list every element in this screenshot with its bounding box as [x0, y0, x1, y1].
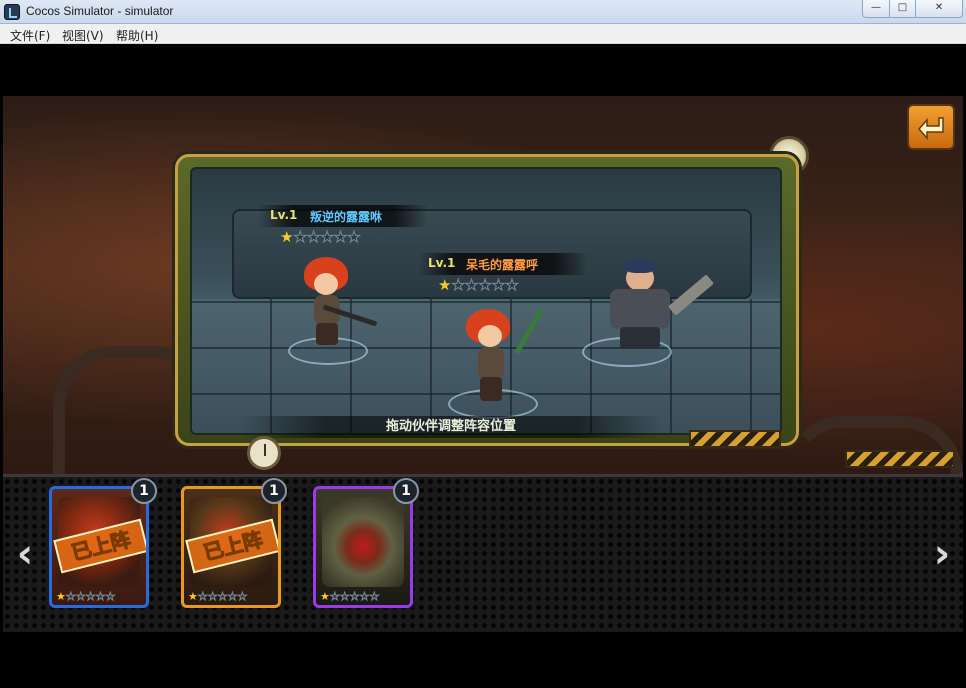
character-nameplate: Lv.1 呆毛的露露呼	[418, 253, 588, 275]
partner-stars: ★★★★★★	[188, 590, 248, 603]
formation-stage[interactable]: Lv.1 叛逆的露露咻 ★★★★★★ Lv.1 呆毛的露露呼 ★★★★★★	[190, 167, 782, 435]
partner-level-badge: 1	[131, 478, 157, 504]
character-level: Lv.1	[428, 256, 456, 270]
maximize-button[interactable]: □	[889, 0, 916, 18]
partner-card[interactable]: ★★★★★★	[313, 486, 413, 608]
character-name: 叛逆的露露咻	[310, 210, 383, 224]
title-bar[interactable]: Cocos Simulator - simulator — □ ✕	[0, 0, 966, 24]
partner-card[interactable]: 已上阵 ★★★★★★	[181, 486, 281, 608]
gauge-icon	[247, 436, 281, 470]
bottom-margin	[3, 632, 963, 688]
menu-view[interactable]: 视图(V)	[62, 27, 104, 44]
character-stars: ★★★★★★	[280, 228, 361, 246]
character-sprite-rebel[interactable]	[298, 257, 378, 357]
hazard-stripe	[845, 450, 955, 468]
character-sprite-staff[interactable]	[458, 308, 544, 409]
cocos-app-icon	[4, 4, 20, 20]
formation-hint: 拖动伙伴调整阵容位置	[241, 416, 661, 438]
close-button[interactable]: ✕	[915, 0, 963, 18]
partner-portrait-robot	[322, 497, 404, 587]
character-name: 呆毛的露露呼	[466, 258, 539, 272]
hazard-stripe	[689, 430, 781, 448]
menu-bar: 文件(F) 视图(V) 帮助(H)	[0, 24, 966, 44]
character-level: Lv.1	[270, 208, 298, 222]
menu-file[interactable]: 文件(F)	[10, 27, 50, 44]
game-viewport[interactable]: Lv.1 叛逆的露露咻 ★★★★★★ Lv.1 呆毛的露露呼 ★★★★★★ 拖动…	[3, 44, 963, 688]
partner-level-badge: 1	[261, 478, 287, 504]
partner-stars: ★★★★★★	[56, 590, 116, 603]
menu-help[interactable]: 帮助(H)	[116, 27, 158, 44]
return-arrow-icon	[917, 117, 944, 140]
lineup-frame: Lv.1 叛逆的露露咻 ★★★★★★ Lv.1 呆毛的露露呼 ★★★★★★	[175, 154, 799, 446]
chevron-left-icon[interactable]: ‹	[11, 534, 39, 574]
character-sprite-soldier[interactable]	[596, 259, 715, 359]
partner-stars: ★★★★★★	[320, 590, 380, 603]
back-button[interactable]	[907, 104, 955, 150]
chevron-right-icon[interactable]: ›	[928, 534, 956, 574]
partner-level-badge: 1	[393, 478, 419, 504]
character-stars: ★★★★★★	[438, 276, 519, 294]
character-nameplate: Lv.1 叛逆的露露咻	[258, 205, 428, 227]
window-title: Cocos Simulator - simulator	[26, 4, 174, 18]
minimize-button[interactable]: —	[862, 0, 890, 18]
partner-card[interactable]: 已上阵 ★★★★★★	[49, 486, 149, 608]
